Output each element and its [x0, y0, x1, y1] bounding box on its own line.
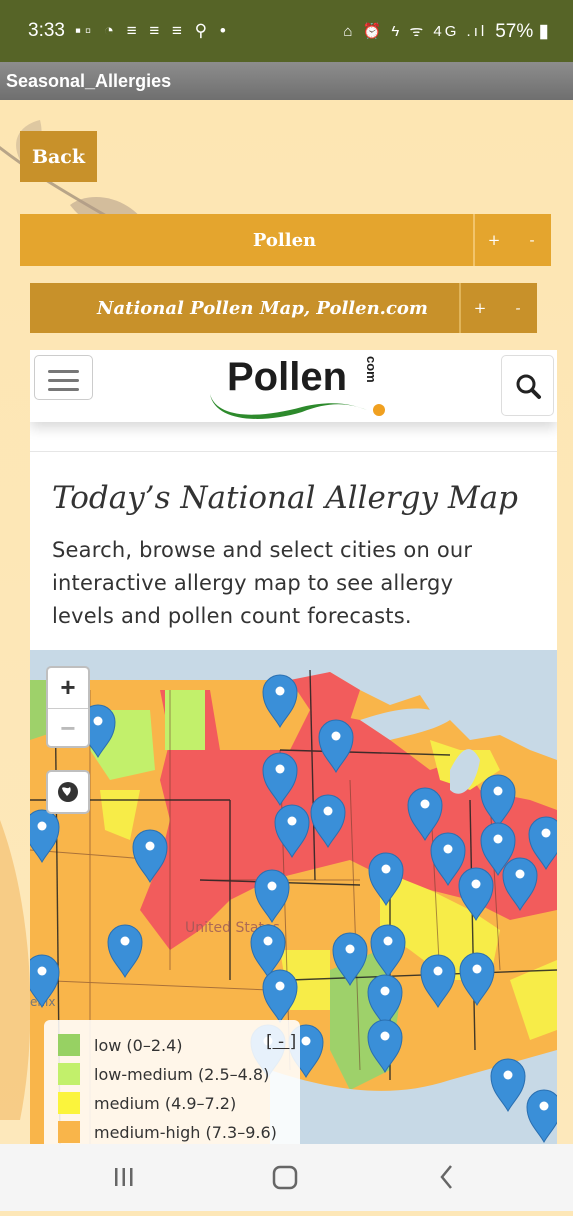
globe-icon — [58, 782, 78, 802]
allergy-map[interactable]: United States enix + − low (0–2.4) low-m… — [30, 650, 557, 1144]
system-icons: ⌂ ⏰ ϟ ᯤ 4G .ıl — [343, 23, 488, 40]
status-bar: 3:33 ▪▫ ◔ ≡ ≡ ≡ ⚲ • ⌂ ⏰ ϟ ᯤ 4G .ıl 57% ▮ — [0, 0, 573, 62]
pollen-map-accordion[interactable]: National Pollen Map, Pollen.com + - — [30, 283, 537, 333]
site-header: Pollen com — [30, 350, 557, 422]
notification-icons: ▪▫ ◔ ≡ ≡ ≡ ⚲ • — [74, 21, 230, 40]
legend-item: medium (4.9–7.2) — [58, 1090, 236, 1116]
pollen-accordion-label: Pollen — [252, 229, 317, 251]
embedded-webview: Pollen com Today’s National Allergy Map … — [30, 350, 557, 1144]
legend-item: low (0–2.4) — [58, 1032, 183, 1058]
zoom-control: + − — [46, 666, 90, 748]
status-time: 3:33 — [28, 20, 65, 41]
battery-icon: ▮ — [533, 20, 549, 42]
expand-button[interactable]: + — [475, 231, 513, 249]
expand-button[interactable]: + — [461, 299, 499, 317]
back-button[interactable]: Back — [20, 131, 97, 182]
recents-icon — [115, 1168, 133, 1186]
legend-swatch — [58, 1034, 80, 1056]
battery-level: 57% ▮ — [495, 20, 549, 42]
hamburger-icon — [48, 370, 79, 373]
app-title: Seasonal_Allergies — [0, 62, 573, 100]
legend-collapse-button[interactable]: [ - ] — [266, 1032, 296, 1052]
back-nav-button[interactable] — [406, 1144, 486, 1211]
legend-item: low-medium (2.5–4.8) — [58, 1061, 269, 1087]
collapse-button[interactable]: - — [499, 299, 537, 317]
map-legend: low (0–2.4) low-medium (2.5–4.8) medium … — [44, 1020, 300, 1144]
logo-suffix: com — [364, 356, 379, 383]
menu-button[interactable] — [34, 355, 93, 400]
legend-swatch — [58, 1121, 80, 1143]
map-description: Search, browse and select cities on our … — [52, 538, 473, 628]
pollen-logo[interactable]: Pollen com — [207, 352, 397, 422]
system-nav-bar — [0, 1144, 573, 1211]
home-button[interactable] — [245, 1144, 325, 1211]
legend-swatch — [58, 1092, 80, 1114]
zoom-in-button[interactable]: + — [48, 668, 88, 708]
recents-button[interactable] — [84, 1144, 164, 1211]
legend-swatch — [58, 1063, 80, 1085]
search-icon — [516, 374, 541, 399]
pollen-accordion[interactable]: Pollen + - — [20, 214, 551, 266]
locate-button[interactable] — [46, 770, 90, 814]
logo-text: Pollen — [227, 355, 347, 399]
pollen-map-accordion-label: National Pollen Map, Pollen.com — [97, 297, 428, 319]
collapse-button[interactable]: - — [513, 231, 551, 249]
home-icon — [272, 1165, 298, 1190]
back-icon — [440, 1165, 452, 1189]
legend-item: medium-high (7.3–9.6) — [58, 1119, 277, 1144]
search-button[interactable] — [501, 355, 554, 416]
zoom-out-button[interactable]: − — [48, 708, 88, 749]
map-heading: Today’s National Allergy Map — [52, 480, 518, 516]
